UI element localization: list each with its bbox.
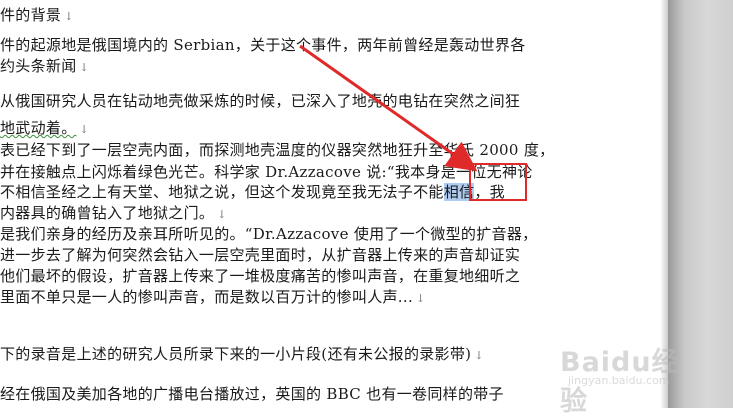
- doc-line: 里面不单只是一人的惨叫声音，而是数以百万计的惨叫人声... ↓: [0, 288, 426, 306]
- doc-line: 内器具的确曾钻入了地狱之门。 ↓: [0, 204, 227, 222]
- doc-line: 并在接触点上闪烁着绿色光芒。科学家 Dr.Azzacove 说:“我本身是一位无…: [0, 163, 533, 181]
- doc-line: 表已经下到了一层空壳内面，而探测地壳温度的仪器突然地狂升至华氏 2000 度，: [0, 141, 555, 159]
- doc-line: 件的起源地是俄国境内的 Serbian，关于这个事件，两年前曾经是轰动世界各: [0, 36, 526, 54]
- doc-line: 地武动着。 ↓: [0, 119, 90, 137]
- doc-line: 约头条新闻 ↓: [0, 57, 90, 75]
- doc-line: 进一步去了解为何突然会钻入一层空壳里面时，从扩音器上传来的声音却证实: [0, 246, 521, 264]
- doc-line: 不相信圣经之上有天堂、地狱之说，但这个发现竟至我无法子不能相信，我: [0, 183, 505, 201]
- doc-line: 是我们亲身的经历及亲耳所听见的。“Dr.Azzacove 使用了一个微型的扩音器…: [0, 225, 538, 243]
- doc-line: 经在俄国及美加各地的广播电台播放过，英国的 BBC 也有一卷同样的带子: [0, 385, 504, 403]
- doc-line: 他们最坏的假设，扩音器上传来了一堆极度痛苦的惨叫声音，在重复地细听之: [0, 267, 521, 285]
- doc-line: 从俄国研究人员在钻动地壳做采炼的时候，已深入了地壳的电钻在突然之间狂: [0, 92, 521, 110]
- watermark-logo: Baidu经验 jingyan.baidu.com: [560, 347, 680, 417]
- annotation-box: [469, 163, 527, 201]
- doc-line: 件的背景 ↓: [0, 6, 74, 24]
- doc-line: 下的录音是上述的研究人员所录下来的一小片段(还有未公报的录影带) ↓: [0, 345, 484, 363]
